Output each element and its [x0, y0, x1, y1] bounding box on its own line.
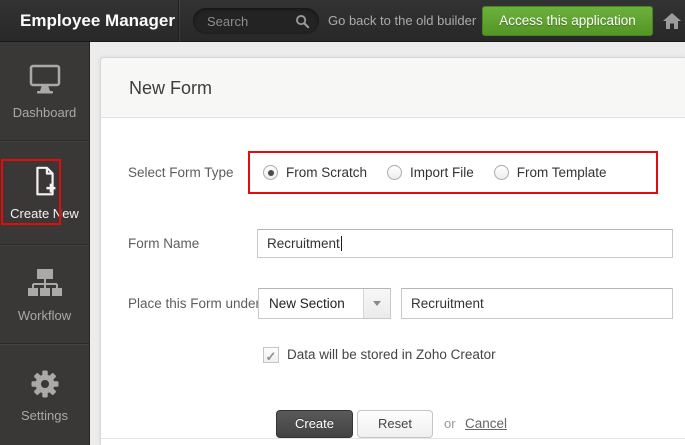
- sidebar: Dashboard Create New Workflow: [0, 42, 90, 445]
- sidebar-item-label: Dashboard: [13, 105, 77, 120]
- radio-label: From Template: [517, 165, 607, 180]
- radio-button: [387, 165, 402, 180]
- text-cursor: [341, 236, 342, 251]
- radio-from-template[interactable]: From Template: [494, 165, 607, 180]
- storage-checkbox-label: Data will be stored in Zoho Creator: [287, 347, 496, 363]
- or-text: or: [444, 410, 456, 438]
- radio-import-file[interactable]: Import File: [387, 165, 474, 180]
- gear-icon: [25, 366, 65, 402]
- section-name-value: Recruitment: [411, 296, 484, 311]
- sidebar-item-label: Workflow: [18, 308, 71, 323]
- home-icon[interactable]: [662, 11, 682, 31]
- monitor-icon: [25, 63, 65, 99]
- section-dropdown[interactable]: New Section: [258, 288, 391, 319]
- reset-button[interactable]: Reset: [357, 410, 433, 438]
- highlight-form-type: From Scratch Import File From Template: [248, 151, 658, 194]
- cancel-link[interactable]: Cancel: [465, 410, 507, 438]
- radio-button: [263, 165, 278, 180]
- sidebar-item-settings[interactable]: Settings: [0, 343, 89, 445]
- radio-label: From Scratch: [286, 165, 367, 180]
- section-name-input[interactable]: Recruitment: [401, 288, 673, 319]
- top-header: Employee Manager Go back to the old buil…: [0, 0, 685, 42]
- access-application-button[interactable]: Access this application: [482, 6, 653, 36]
- sidebar-item-workflow[interactable]: Workflow: [0, 244, 89, 343]
- sidebar-item-create-new[interactable]: Create New: [0, 140, 89, 244]
- select-form-type-label: Select Form Type: [128, 151, 234, 194]
- panel-footer-divider: [101, 438, 685, 439]
- form-name-value: Recruitment: [267, 236, 340, 251]
- search-icon[interactable]: [295, 14, 310, 29]
- section-dropdown-value: New Section: [259, 289, 363, 318]
- sidebar-item-label: Settings: [21, 408, 68, 423]
- search-box[interactable]: [193, 8, 319, 34]
- form-name-input[interactable]: Recruitment: [257, 229, 673, 258]
- document-plus-icon: [25, 164, 65, 200]
- radio-button: [494, 165, 509, 180]
- panel-header: New Form: [101, 58, 685, 118]
- new-form-panel: New Form Select Form Type From Scratch I…: [100, 57, 685, 445]
- sidebar-item-dashboard[interactable]: Dashboard: [0, 42, 89, 140]
- old-builder-link[interactable]: Go back to the old builder: [328, 0, 476, 42]
- header-divider: [178, 0, 179, 42]
- app-title: Employee Manager: [20, 0, 175, 41]
- sidebar-item-label: Create New: [10, 206, 79, 221]
- create-button[interactable]: Create: [276, 410, 353, 438]
- page-title: New Form: [101, 58, 685, 118]
- radio-from-scratch[interactable]: From Scratch: [263, 165, 367, 180]
- chevron-down-icon[interactable]: [363, 289, 390, 318]
- form-name-label: Form Name: [128, 229, 199, 258]
- radio-label: Import File: [410, 165, 474, 180]
- storage-checkbox[interactable]: [263, 347, 279, 363]
- search-input[interactable]: [193, 14, 281, 29]
- hierarchy-icon: [25, 266, 65, 302]
- place-form-under-label: Place this Form under: [128, 288, 260, 319]
